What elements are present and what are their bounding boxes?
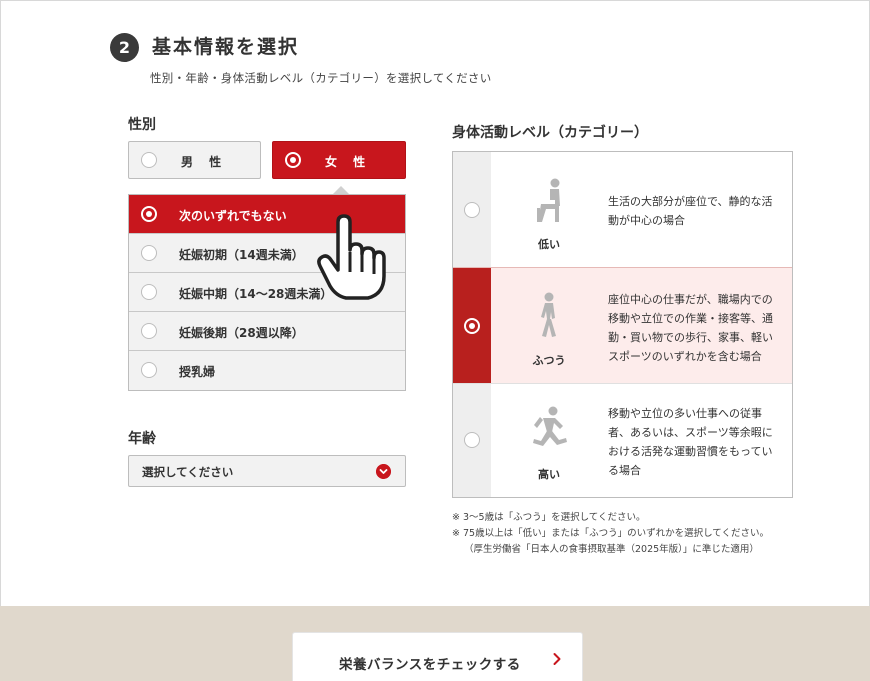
running-person-icon <box>533 406 567 446</box>
radio-checked-icon <box>285 152 301 168</box>
radio-checked-icon <box>464 318 480 334</box>
radio-unchecked-icon <box>464 432 480 448</box>
pregnancy-option-label: 妊娠後期（28週以降） <box>179 326 304 340</box>
note-line: ※ 3〜5歳は「ふつう」を選択してください。 <box>452 512 646 523</box>
pregnancy-option-label: 授乳婦 <box>179 365 216 379</box>
activity-level-label: ふつう <box>532 354 566 367</box>
age-label: 年齢 <box>128 431 156 447</box>
radio-checked-icon <box>141 206 157 222</box>
radio-unchecked-icon <box>141 245 157 261</box>
activity-option-normal[interactable]: ふつう 座位中心の仕事だが、職場内での移動や立位での作業・接客等、通勤・買い物で… <box>453 268 792 383</box>
pregnancy-option-label: 妊娠中期（14〜28週未満） <box>179 287 333 301</box>
pregnancy-option-nursing[interactable]: 授乳婦 <box>129 351 405 390</box>
check-balance-label: 栄養バランスをチェックする <box>339 657 521 673</box>
radio-unchecked-icon <box>464 202 480 218</box>
note-line: （厚生労働省「日本人の食事摂取基準（2025年版）」に準じた適用） <box>464 544 759 555</box>
step-number-badge: 2 <box>110 33 139 62</box>
hand-pointer-icon <box>317 214 386 300</box>
pregnancy-option-label: 妊娠初期（14週未満） <box>179 248 304 262</box>
gender-male-label: 男 性 <box>181 155 228 169</box>
gender-female-label: 女 性 <box>325 155 372 169</box>
section-subtitle: 性別・年齢・身体活動レベル（カテゴリー）を選択してください <box>150 71 492 85</box>
activity-option-high[interactable]: 高い 移動や立位の多い仕事への従事者、あるいは、スポーツ等余暇における活発な運動… <box>453 384 792 497</box>
caret-up-icon <box>333 186 349 194</box>
activity-options-list: 低い 生活の大部分が座位で、静的な活動が中心の場合 ふつう 座位中心の仕事だが、… <box>452 151 793 498</box>
age-select-value: 選択してください <box>142 465 234 479</box>
sitting-person-icon <box>537 178 560 222</box>
activity-level-label: 低い <box>538 238 560 251</box>
radio-unchecked-icon <box>141 323 157 339</box>
pregnancy-option-late[interactable]: 妊娠後期（28週以降） <box>129 312 405 351</box>
note-line: ※ 75歳以上は「低い」または「ふつう」のいずれかを選択してください。 <box>452 528 769 539</box>
activity-level-label: 高い <box>538 468 560 481</box>
walking-person-icon <box>541 292 556 337</box>
section-title: 基本情報を選択 <box>152 36 300 58</box>
chevron-down-icon <box>376 464 391 479</box>
age-select[interactable]: 選択してください <box>128 455 406 487</box>
pregnancy-option-label: 次のいずれでもない <box>179 209 287 223</box>
activity-option-low[interactable]: 低い 生活の大部分が座位で、静的な活動が中心の場合 <box>453 152 792 267</box>
activity-description: 生活の大部分が座位で、静的な活動が中心の場合 <box>608 195 773 227</box>
gender-female-button[interactable]: 女 性 <box>272 141 406 179</box>
chevron-right-icon <box>553 653 561 665</box>
activity-label: 身体活動レベル（カテゴリー） <box>452 125 648 141</box>
radio-unchecked-icon <box>141 152 157 168</box>
check-balance-button[interactable]: 栄養バランスをチェックする <box>292 632 583 681</box>
radio-unchecked-icon <box>141 284 157 300</box>
radio-unchecked-icon <box>141 362 157 378</box>
gender-label: 性別 <box>128 117 156 133</box>
activity-description: 座位中心の仕事だが、職場内での移動や立位での作業・接客等、通勤・買い物での歩行、… <box>608 293 773 363</box>
notes: ※ 3〜5歳は「ふつう」を選択してください。 ※ 75歳以上は「低い」または「ふ… <box>452 510 769 558</box>
gender-male-button[interactable]: 男 性 <box>128 141 261 179</box>
activity-description: 移動や立位の多い仕事への従事者、あるいは、スポーツ等余暇における活発な運動習慣を… <box>608 407 773 477</box>
